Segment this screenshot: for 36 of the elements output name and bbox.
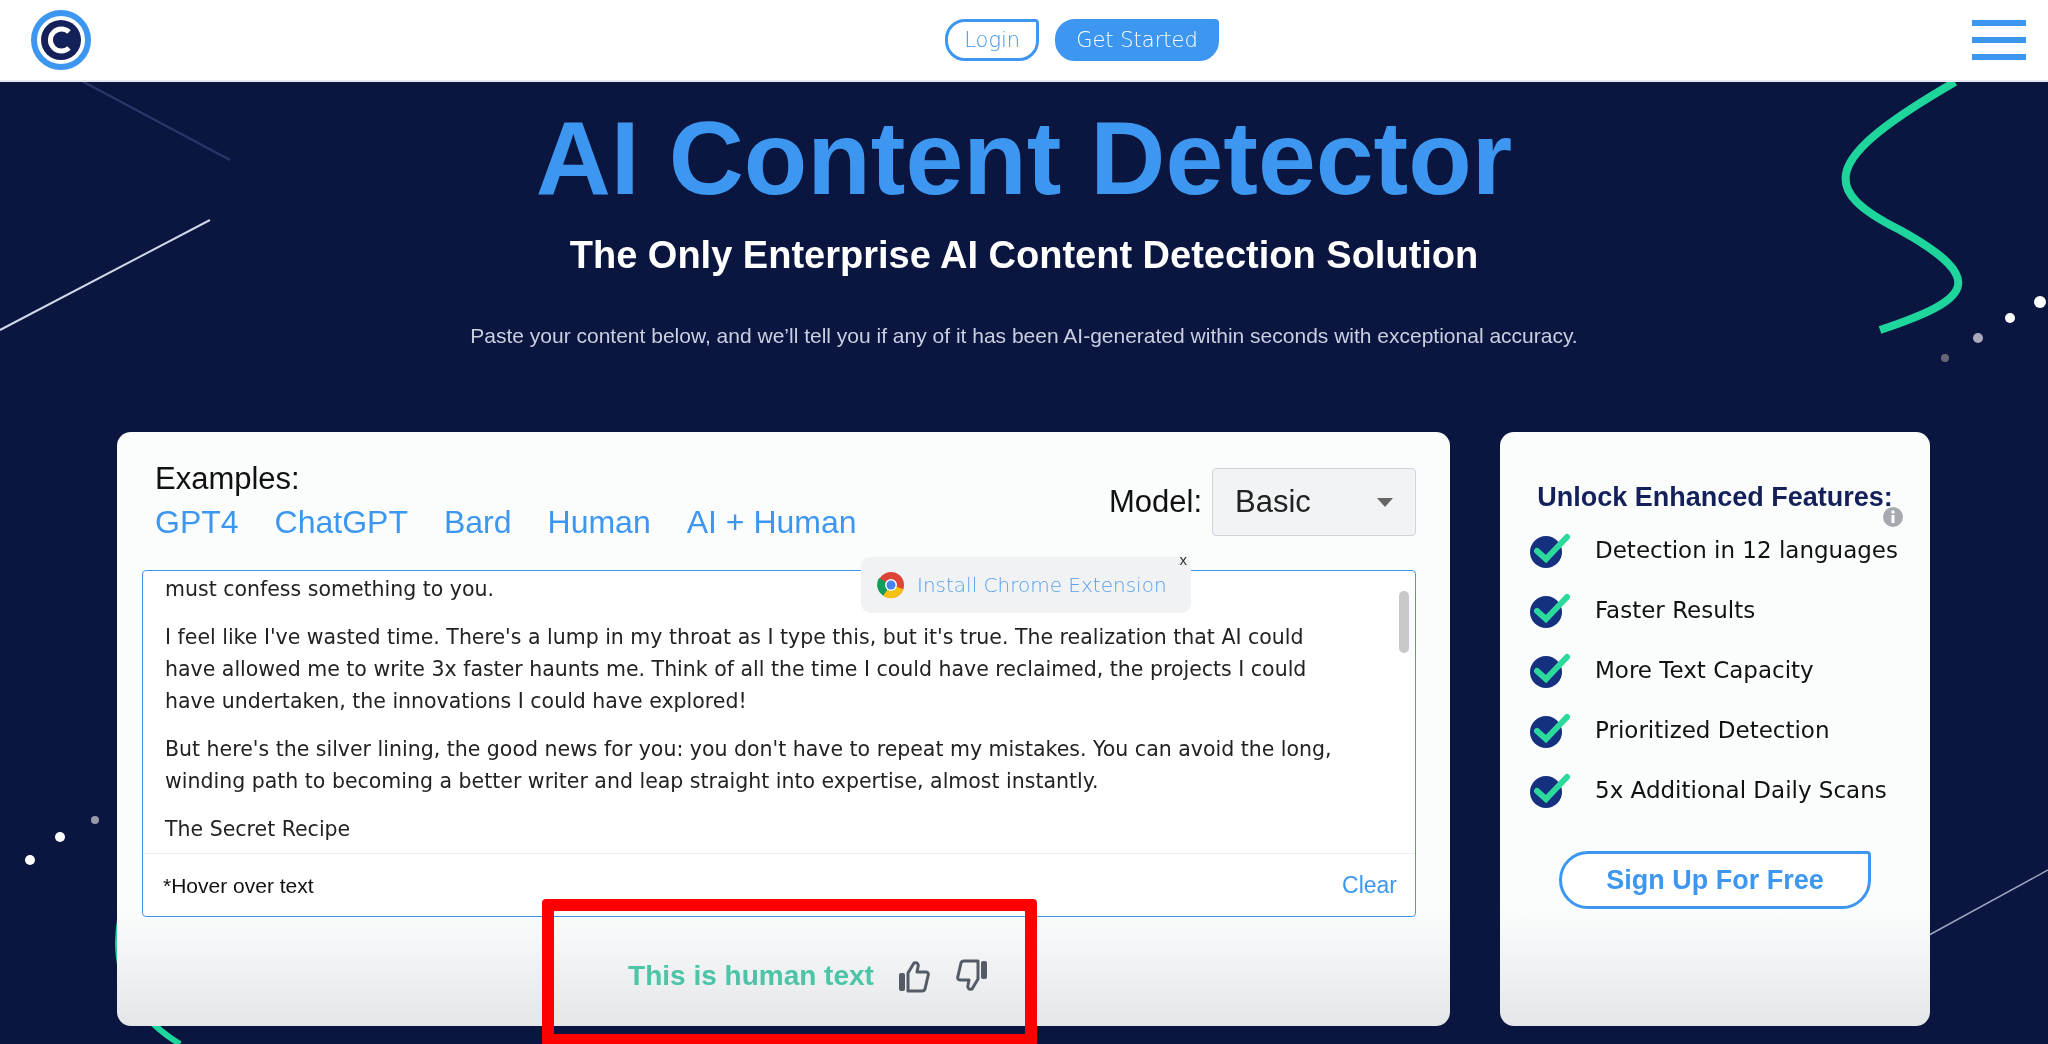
page-title: AI Content Detector: [535, 99, 1513, 218]
examples-label: Examples:: [155, 460, 301, 498]
example-link[interactable]: Bard: [443, 502, 512, 542]
browser-icon: [877, 571, 905, 599]
hint-text: *Hover over text: [163, 873, 314, 898]
check-icon: [1529, 591, 1571, 629]
sign-up-button[interactable]: Sign Up For Free: [1559, 851, 1871, 909]
scrollbar-thumb[interactable]: [1399, 591, 1409, 653]
clear-link[interactable]: Clear: [1342, 872, 1397, 899]
example-link[interactable]: GPT4: [155, 502, 239, 542]
result-text: This is human text: [628, 960, 874, 992]
feature-text: 5x Additional Daily Scans: [1595, 777, 1887, 803]
caret-icon: [1377, 497, 1393, 507]
feature-text: Prioritized Detection: [1595, 717, 1830, 743]
page-subtitle: The Only Enterprise AI Content Detection Solution: [569, 233, 1479, 278]
example-link[interactable]: Human: [547, 502, 651, 542]
features-title: Unlock Enhanced Features:: [1537, 482, 1893, 513]
check-icon: [1529, 531, 1571, 569]
check-icon: [1529, 651, 1571, 689]
check-icon: [1529, 711, 1571, 749]
model-select[interactable]: Basic: [1212, 468, 1416, 536]
close-button[interactable]: x: [1179, 551, 1187, 568]
check-icon: [1529, 771, 1571, 809]
feature-text: Detection in 12 languages: [1595, 537, 1898, 563]
example-link[interactable]: AI + Human: [686, 502, 857, 542]
logo-icon[interactable]: [30, 9, 92, 71]
thumbs-down-icon[interactable]: [953, 958, 990, 994]
model-label: Model:: [1108, 484, 1202, 520]
menu-icon[interactable]: [1972, 18, 2026, 62]
get-started-button[interactable]: Get Started: [1055, 19, 1219, 61]
install-extension-link[interactable]: Install Chrome Extension: [917, 573, 1167, 597]
login-button[interactable]: Login: [945, 19, 1040, 61]
feature-text: Faster Results: [1595, 597, 1756, 623]
feature-text: More Text Capacity: [1595, 657, 1814, 683]
example-link[interactable]: ChatGPT: [274, 502, 408, 542]
intro-text: Paste your content below, and we’ll tell you if any of it has been AI-generated within seconds with exceptional accuracy.: [470, 323, 1578, 349]
